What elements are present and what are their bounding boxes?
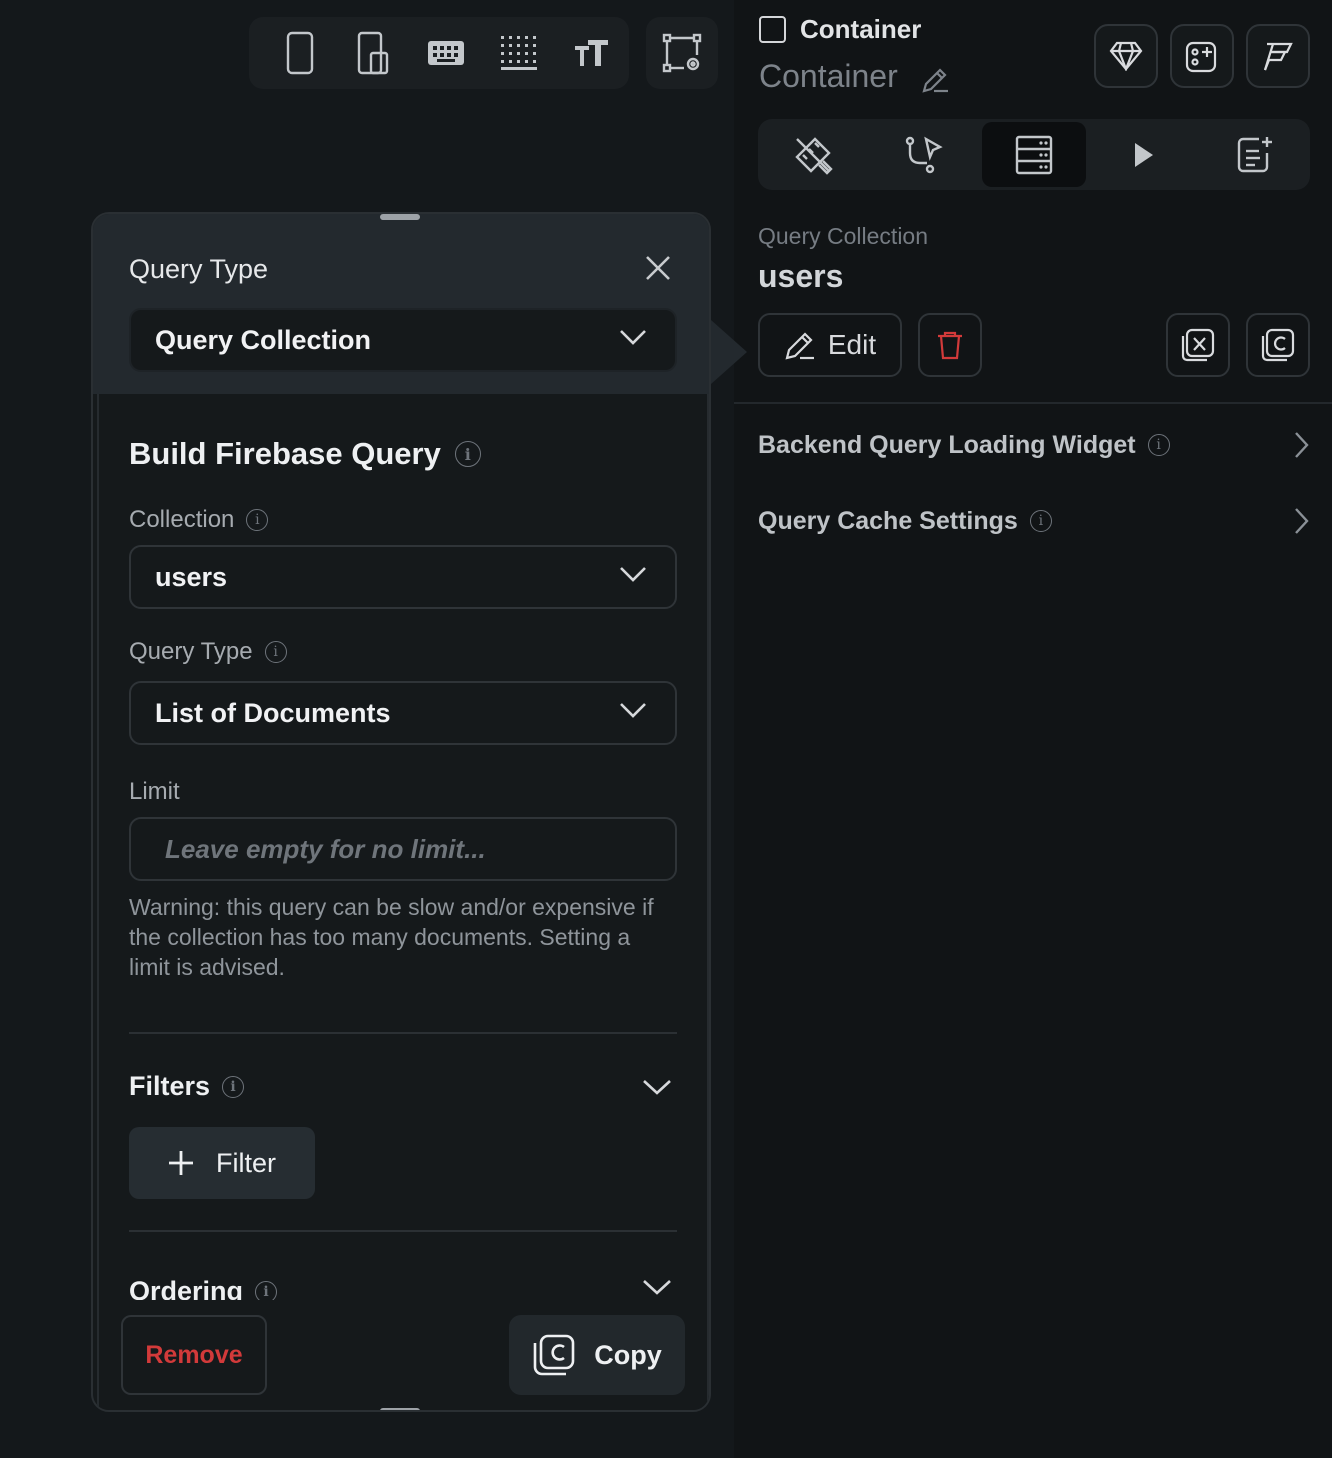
- query-type-dropdown[interactable]: Query Collection: [129, 308, 677, 372]
- loading-widget-row[interactable]: Backend Query Loading Widget i: [758, 425, 1310, 465]
- drag-handle-bottom[interactable]: [380, 1408, 420, 1410]
- drag-handle-top[interactable]: [380, 214, 420, 220]
- ordering-label: Ordering: [129, 1276, 244, 1300]
- build-query-title: Build Firebase Query: [129, 436, 441, 471]
- section-title: Build Firebase Query i: [129, 436, 481, 472]
- edit-label: Edit: [827, 329, 877, 360]
- collection-dropdown[interactable]: users: [129, 545, 677, 609]
- chevron-down-icon[interactable]: [642, 1078, 672, 1096]
- remove-button[interactable]: Remove: [121, 1315, 267, 1395]
- filters-header[interactable]: Filters i: [129, 1071, 245, 1102]
- ai-gen-icon[interactable]: [1246, 24, 1310, 88]
- info-icon[interactable]: i: [222, 1075, 245, 1098]
- popup-header: Query Type Query Collection: [93, 214, 709, 394]
- canvas-settings-icon[interactable]: [646, 17, 718, 89]
- collection-value: users: [155, 561, 228, 592]
- widget-actions: [1094, 24, 1310, 88]
- query-type-value: Query Collection: [155, 324, 372, 355]
- limit-input[interactable]: Leave empty for no limit...: [129, 817, 677, 881]
- trash-icon: [938, 331, 962, 360]
- popup-title: Query Type: [129, 254, 269, 284]
- info-icon[interactable]: i: [454, 441, 481, 467]
- device-toolbar: [249, 17, 629, 89]
- chevron-down-icon: [620, 567, 646, 582]
- loading-widget-label: Backend Query Loading Widget: [758, 430, 1136, 459]
- plus-icon: [169, 1151, 193, 1175]
- widget-name-row: Container: [759, 57, 950, 95]
- grid-icon[interactable]: [483, 17, 556, 89]
- keyboard-icon[interactable]: [409, 17, 482, 89]
- properties-panel: Container Container Query Collection use…: [734, 0, 1332, 1458]
- text-size-icon[interactable]: [556, 17, 629, 89]
- add-filter-button[interactable]: Filter: [129, 1127, 315, 1199]
- diamond-icon[interactable]: [1094, 24, 1158, 88]
- copy-button[interactable]: Copy: [509, 1315, 685, 1395]
- divider: [129, 1230, 677, 1232]
- widget-name[interactable]: Container: [759, 58, 898, 95]
- query-type-label-row: Query Type i: [129, 638, 287, 666]
- info-icon[interactable]: i: [1147, 434, 1170, 456]
- info-icon[interactable]: i: [1029, 510, 1052, 532]
- add-filter-label: Filter: [216, 1147, 276, 1178]
- widget-type-label: Container: [800, 14, 922, 44]
- chevron-down-icon: [620, 703, 646, 718]
- actions-tab[interactable]: [871, 122, 975, 187]
- pencil-icon: [785, 332, 814, 360]
- chevron-right-icon: [1295, 508, 1309, 534]
- ordering-row[interactable]: Ordering i: [129, 1272, 689, 1300]
- copy-query-button[interactable]: [1246, 313, 1310, 377]
- animations-tab[interactable]: [1092, 122, 1196, 187]
- copy-icon: [533, 1334, 575, 1376]
- ordering-header: Ordering i: [129, 1276, 278, 1300]
- divider: [129, 1032, 677, 1034]
- query-collection-value: users: [758, 258, 844, 294]
- chevron-down-icon: [620, 330, 646, 345]
- info-icon[interactable]: i: [264, 641, 287, 663]
- list-type-dropdown[interactable]: List of Documents: [129, 681, 677, 745]
- cache-settings-label: Query Cache Settings: [758, 506, 1018, 535]
- copy-label: Copy: [594, 1339, 662, 1370]
- chevron-down-icon[interactable]: [642, 1278, 672, 1296]
- panel-divider: [734, 402, 1332, 404]
- select-widget-checkbox[interactable]: [759, 16, 786, 43]
- variable-icon: [1181, 328, 1215, 362]
- filters-label: Filters: [129, 1071, 211, 1101]
- copy-icon: [1261, 328, 1295, 362]
- properties-tab[interactable]: [761, 122, 865, 187]
- widget-type-row: Container: [759, 14, 921, 45]
- panel-tabs: [758, 119, 1310, 190]
- edit-query-button[interactable]: Edit: [758, 313, 902, 377]
- collection-label: Collection: [129, 506, 235, 533]
- info-icon[interactable]: i: [246, 509, 269, 531]
- cache-settings-row[interactable]: Query Cache Settings i: [758, 501, 1310, 541]
- tablet-icon[interactable]: [336, 17, 409, 89]
- query-popup: Query Type Query Collection Build Fireba…: [91, 212, 711, 1412]
- query-collection-label: Query Collection: [758, 223, 929, 249]
- delete-query-button[interactable]: [918, 313, 982, 377]
- collection-label-row: Collection i: [129, 506, 269, 534]
- query-type-label: Query Type: [129, 638, 253, 665]
- info-icon[interactable]: i: [255, 1280, 278, 1300]
- rename-pencil-icon[interactable]: [920, 65, 950, 95]
- limit-label: Limit: [129, 778, 180, 805]
- close-icon[interactable]: [644, 254, 672, 282]
- phone-icon[interactable]: [263, 17, 336, 89]
- limit-warning: Warning: this query can be slow and/or e…: [129, 894, 654, 980]
- list-type-value: List of Documents: [155, 697, 391, 728]
- chevron-right-icon: [1295, 432, 1309, 458]
- variable-button[interactable]: [1166, 313, 1230, 377]
- add-widget-icon[interactable]: [1170, 24, 1234, 88]
- backend-query-tab[interactable]: [981, 122, 1087, 187]
- notes-tab[interactable]: [1203, 122, 1307, 187]
- popup-pointer: [711, 320, 747, 384]
